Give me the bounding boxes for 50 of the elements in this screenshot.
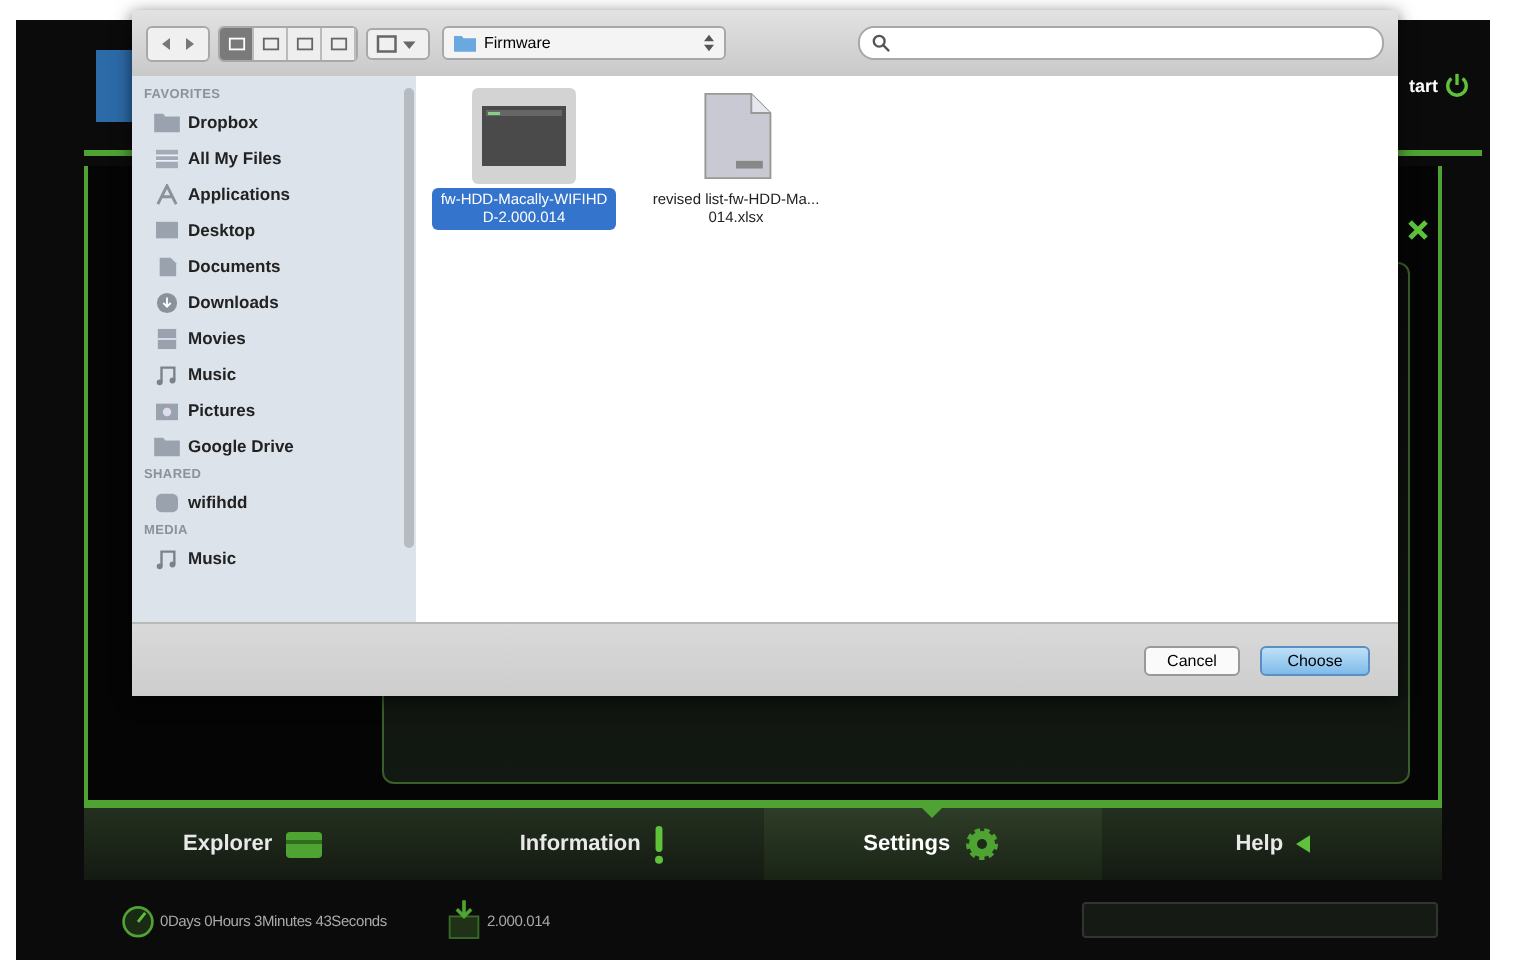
search-field[interactable]	[858, 26, 1384, 60]
sidebar-item[interactable]: Music	[144, 356, 402, 392]
location-popup[interactable]: Firmware	[442, 26, 726, 60]
sidebar-item[interactable]: All My Files	[144, 140, 402, 176]
scrollbar-thumb[interactable]	[404, 88, 414, 548]
nav-tab[interactable]: Explorer	[84, 808, 424, 880]
sidebar-item[interactable]: Google Drive	[144, 428, 402, 464]
letter-a-icon	[154, 183, 180, 205]
nav-tab[interactable]: Help	[1102, 808, 1442, 880]
sidebar-item[interactable]: wifihdd	[144, 484, 402, 520]
view-mode-button[interactable]	[220, 27, 254, 59]
nav-tab[interactable]: Information	[423, 808, 763, 880]
back-forward-control[interactable]	[146, 25, 210, 61]
camera-icon	[154, 399, 180, 421]
triangle-icon	[1295, 834, 1310, 854]
cancel-button[interactable]: Cancel	[1144, 645, 1240, 675]
sidebar-item[interactable]: Movies	[144, 320, 402, 356]
folder-icon	[154, 435, 180, 457]
updown-icon	[704, 34, 714, 52]
stack-icon	[154, 147, 180, 169]
document-icon	[154, 255, 180, 277]
music-note-icon	[154, 547, 180, 569]
sidebar-item[interactable]: Downloads	[144, 284, 402, 320]
search-icon	[872, 34, 890, 52]
folder-icon	[154, 111, 180, 133]
close-icon[interactable]	[1406, 218, 1430, 242]
download-icon	[154, 291, 180, 313]
nav-tab[interactable]: Settings	[763, 808, 1103, 880]
sidebar-item[interactable]: Music	[144, 540, 402, 576]
arrange-button[interactable]	[366, 27, 430, 59]
music-note-icon	[154, 363, 180, 385]
drive-icon	[284, 826, 325, 862]
film-icon	[154, 327, 180, 349]
exclamation-icon	[652, 825, 667, 863]
sidebar-item[interactable]: Dropbox	[144, 104, 402, 140]
monitor-icon	[154, 219, 180, 241]
choose-button[interactable]: Choose	[1260, 645, 1370, 675]
sidebar-item[interactable]: Applications	[144, 176, 402, 212]
restart-label[interactable]: tart	[1408, 75, 1438, 95]
sidebar-item[interactable]: Desktop	[144, 212, 402, 248]
stopwatch-icon	[120, 900, 156, 940]
sidebar-item[interactable]: Pictures	[144, 392, 402, 428]
drive-icon	[154, 491, 180, 513]
folder-icon	[454, 34, 476, 52]
power-icon[interactable]	[1444, 72, 1470, 98]
sidebar-item[interactable]: Documents	[144, 248, 402, 284]
box-download-icon	[446, 900, 483, 940]
gear-icon	[962, 826, 1003, 862]
disk-image-icon[interactable]	[480, 100, 568, 172]
view-mode-control[interactable]	[218, 25, 358, 61]
